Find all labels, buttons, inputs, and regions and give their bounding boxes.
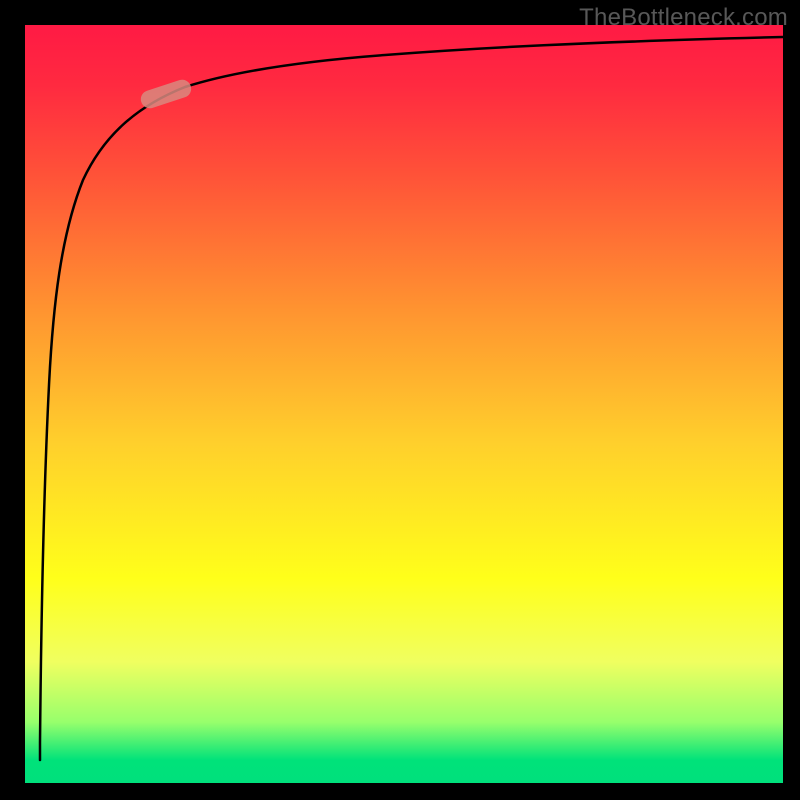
chart-canvas: TheBottleneck.com xyxy=(0,0,800,800)
curve-layer xyxy=(25,25,783,783)
highlight-marker xyxy=(138,77,193,110)
bottleneck-curve xyxy=(40,37,783,760)
